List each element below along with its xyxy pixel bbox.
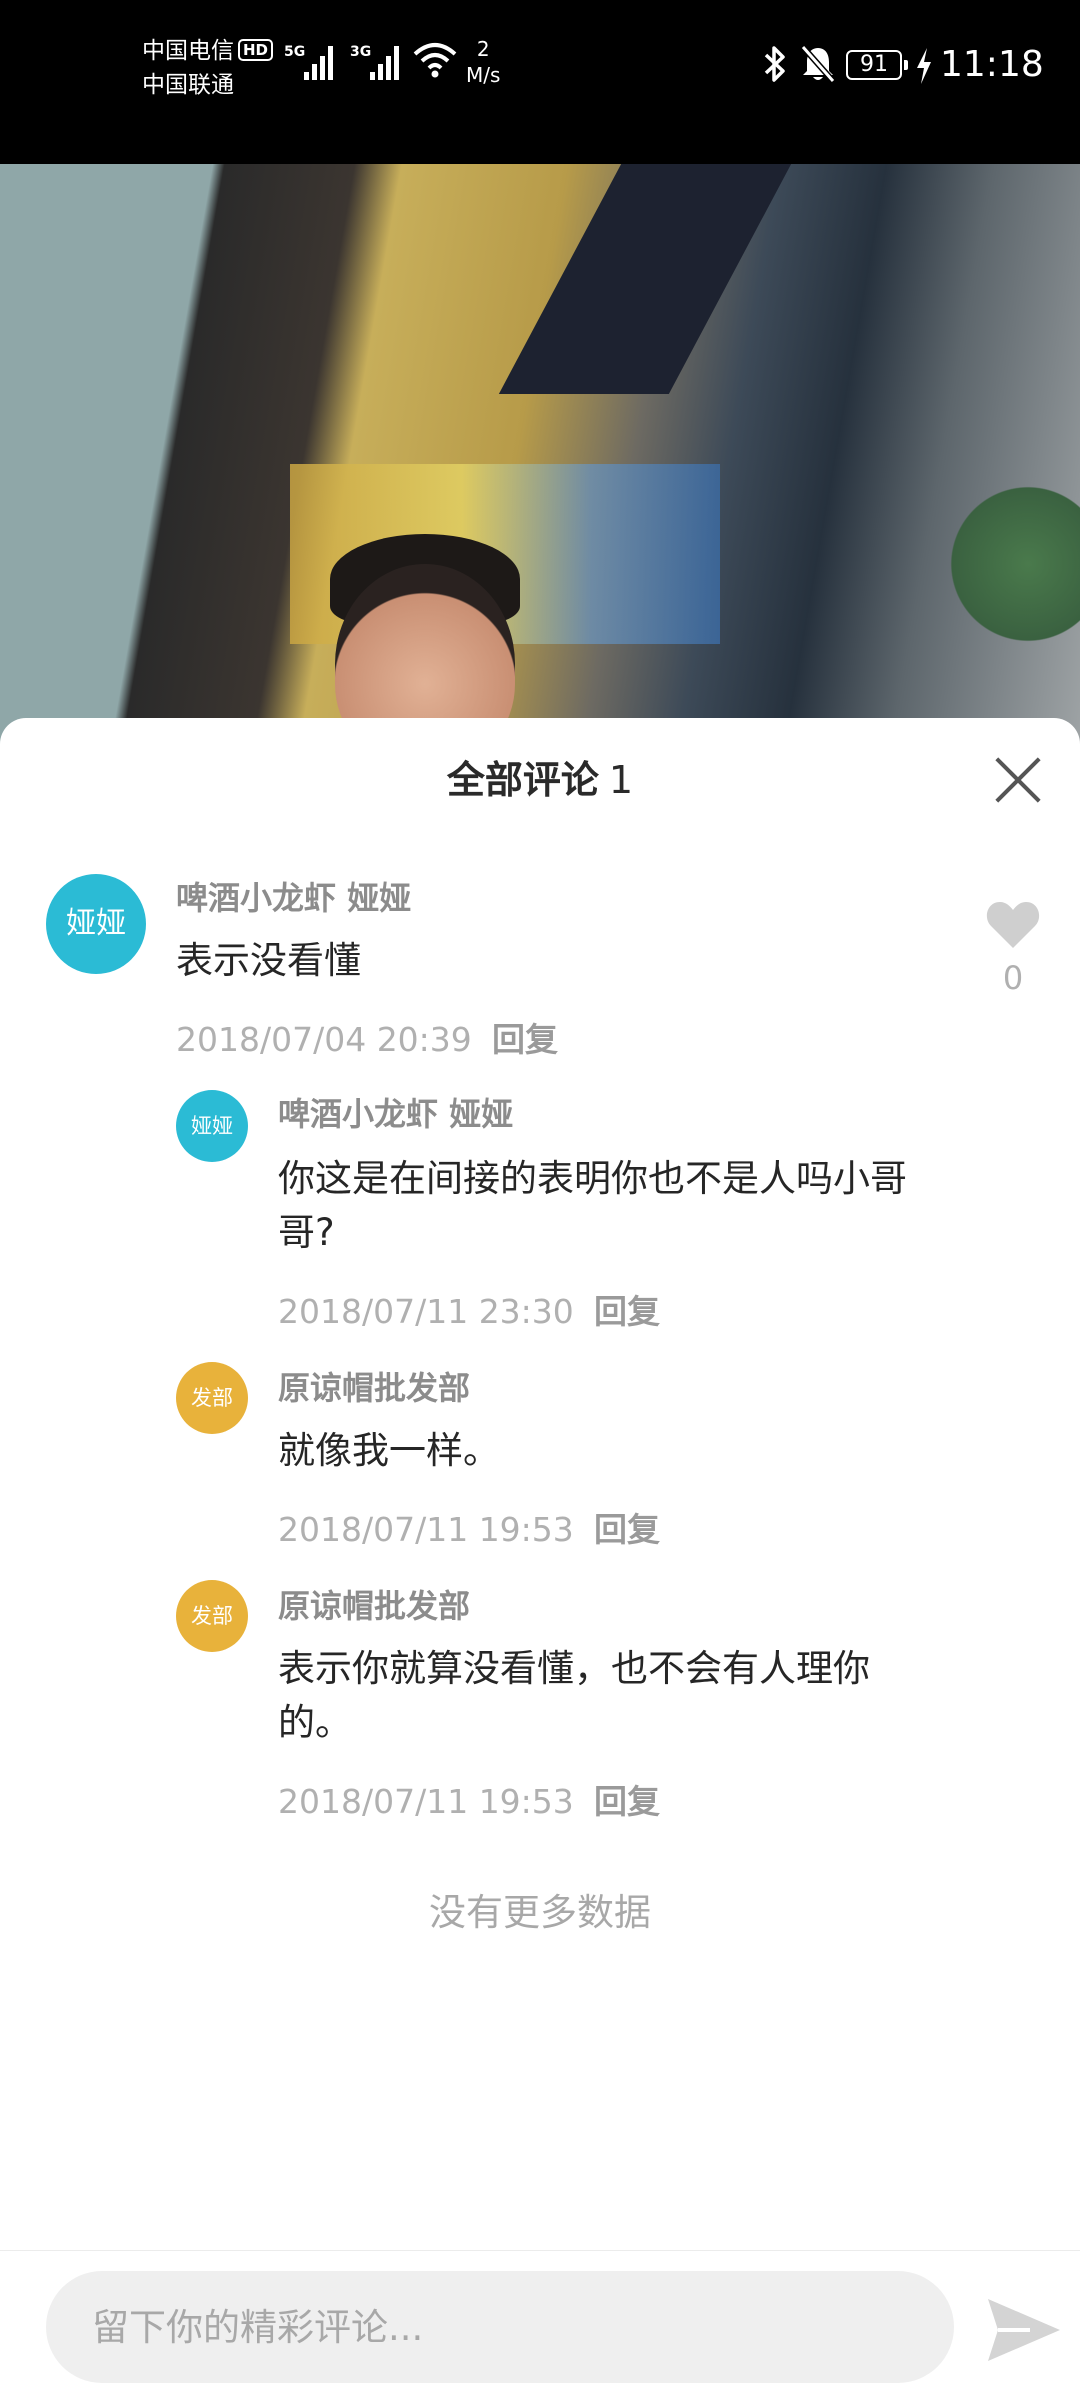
notifications-muted-icon [800, 45, 836, 83]
hd-badge: HD [238, 39, 274, 61]
app-screen: 中国电信 HD 中国联通 5G 3G 2 M/s 91 11:18 全部评论 1… [0, 0, 1080, 2400]
reply-text: 表示你就算没看懂，也不会有人理你的。 [278, 1647, 870, 1744]
reply-text: 就像我一样。 [278, 1429, 500, 1472]
avatar[interactable]: 发部 [176, 1580, 248, 1652]
carrier-1: 中国电信 [142, 38, 234, 64]
avatar[interactable]: 娅娅 [176, 1090, 248, 1162]
bluetooth-icon [764, 46, 785, 82]
battery-level: 91 [846, 50, 908, 80]
reply-time: 2018/07/11 19:53 [278, 1510, 574, 1549]
comments-title: 全部评论 [446, 758, 599, 802]
reply-button[interactable]: 回复 [594, 1292, 660, 1332]
like-heart-icon[interactable] [985, 898, 1041, 950]
reply-button[interactable]: 回复 [594, 1782, 660, 1822]
reply-button[interactable]: 回复 [594, 1510, 660, 1550]
avatar[interactable]: 娅娅 [46, 874, 146, 974]
signal-strength-1-icon [304, 46, 333, 80]
carrier-2: 中国联通 [142, 72, 234, 98]
comment-input-bar [0, 2250, 1080, 2400]
reply-author[interactable]: 啤酒小龙虾 娅娅 [278, 1094, 513, 1134]
charging-icon [917, 48, 931, 84]
video-trees [950, 464, 1080, 664]
video-shop-sign [498, 164, 792, 394]
speed-unit: M/s [466, 63, 501, 87]
comment-author[interactable]: 啤酒小龙虾 娅娅 [176, 878, 411, 918]
reply-author[interactable]: 原谅帽批发部 [278, 1586, 470, 1626]
avatar[interactable]: 发部 [176, 1362, 248, 1434]
network-speed: 2 M/s [466, 36, 500, 88]
reply-button[interactable]: 回复 [492, 1020, 558, 1060]
wifi-icon [413, 43, 457, 78]
signal-strength-2-icon [370, 46, 399, 80]
no-more-data-text: 没有更多数据 [429, 1891, 651, 1934]
video-player[interactable] [0, 164, 1080, 744]
send-icon[interactable] [986, 2295, 1062, 2365]
close-icon[interactable] [992, 754, 1044, 806]
comment-time: 2018/07/04 20:39 [176, 1020, 472, 1059]
comment-text: 表示没看懂 [176, 939, 361, 982]
reply-text: 你这是在间接的表明你也不是人吗小哥哥? [278, 1157, 907, 1254]
reply-author[interactable]: 原谅帽批发部 [278, 1368, 470, 1408]
status-bar: 中国电信 HD 中国联通 5G 3G 2 M/s 91 11:18 [0, 0, 1080, 164]
reply-time: 2018/07/11 23:30 [278, 1292, 574, 1331]
reply-time: 2018/07/11 19:53 [278, 1782, 574, 1821]
speed-value: 2 [476, 37, 490, 61]
comment-input[interactable] [46, 2271, 954, 2383]
comment-count: 1 [608, 758, 634, 802]
comment-sheet-title: 全部评论 1 [0, 756, 1080, 804]
like-count: 0 [1002, 959, 1024, 997]
status-time: 11:18 [940, 44, 1044, 85]
carrier-info: 中国电信 HD 中国联通 [142, 34, 274, 102]
